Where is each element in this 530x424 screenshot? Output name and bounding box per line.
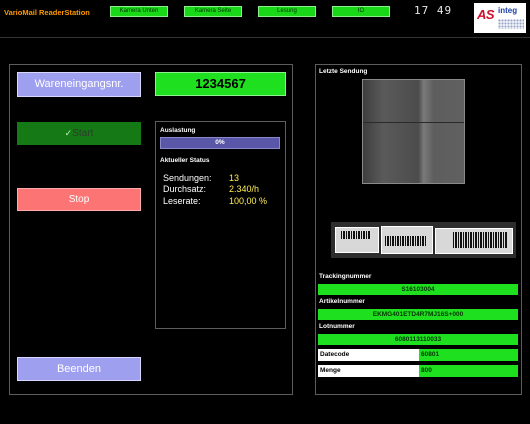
lot-value: 6080113110033 — [318, 334, 518, 345]
logo-brand-text: integ — [498, 6, 518, 15]
load-progress-bar: 0% — [160, 137, 280, 149]
indicator-io: IO — [332, 6, 390, 17]
lot-label: Lotnummer — [319, 323, 355, 330]
wareneingang-button[interactable]: Wareneingangsnr. — [17, 72, 141, 97]
beenden-button[interactable]: Beenden — [17, 357, 141, 381]
package-top-image — [362, 79, 465, 184]
header-divider — [0, 37, 530, 38]
indicator-kamera-seite: Kamera Seite — [184, 6, 242, 17]
stat-sendungen-value: 13 — [229, 173, 240, 183]
start-label: Start — [72, 128, 94, 139]
last-shipment-label: Letzte Sendung — [319, 68, 368, 75]
stat-leserate-value: 100,00 % — [229, 196, 268, 206]
indicator-kamera-unten: Kamera Unten — [110, 6, 168, 17]
clock: 17 49 — [414, 4, 453, 17]
stat-durchsatz-label: Durchsatz: — [163, 184, 207, 194]
article-value: EKMG401ETD4R7MJ16S+000 — [318, 309, 518, 320]
stop-button[interactable]: Stop — [17, 188, 141, 211]
app-title: VarioMail ReaderStation — [4, 8, 90, 17]
logo-dots-graphic — [498, 19, 524, 29]
menge-label: Menge — [318, 365, 419, 377]
stat-durchsatz-value: 2.340/h — [229, 184, 260, 194]
tracking-label: Trackingnummer — [319, 273, 372, 280]
status-box — [155, 121, 286, 329]
package-label-image — [331, 222, 516, 258]
stat-leserate-label: Leserate: — [163, 196, 201, 206]
tracking-value: S16103004 — [318, 284, 518, 295]
datecode-value: 60801 — [419, 349, 518, 361]
menge-value: 800 — [419, 365, 518, 377]
company-logo: AS integ — [474, 3, 526, 33]
datecode-label: Datecode — [318, 349, 419, 361]
stat-sendungen-label: Sendungen: — [163, 173, 212, 183]
article-label: Artikelnummer — [319, 298, 365, 305]
start-button[interactable]: ✓Start — [17, 122, 141, 145]
status-title: Aktueller Status — [160, 157, 210, 164]
auslastung-label: Auslastung — [160, 127, 196, 134]
indicator-lesung: Lesung — [258, 6, 316, 17]
order-number-display: 1234567 — [155, 72, 286, 96]
logo-as-text: AS — [477, 7, 495, 22]
